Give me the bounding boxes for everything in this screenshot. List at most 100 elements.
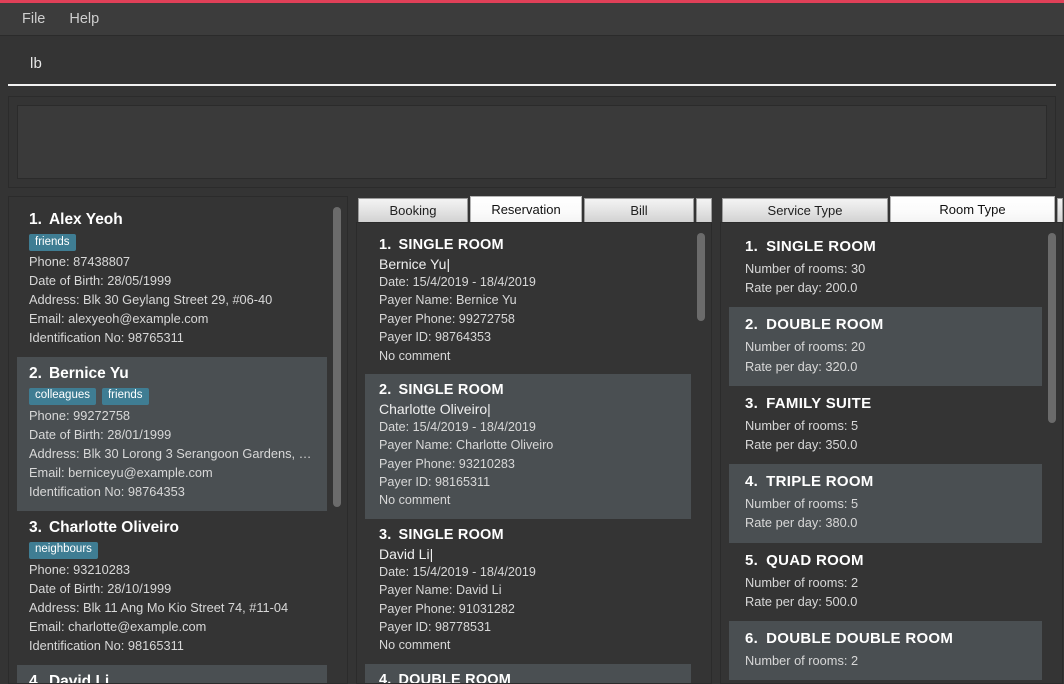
reservation-index: 3. <box>379 526 392 543</box>
person-dob: Date of Birth: 28/05/1999 <box>29 273 172 289</box>
tab-room-type[interactable]: Room Type <box>890 196 1055 222</box>
person-address: Address: Blk 30 Geylang Street 29, #06-4… <box>29 292 273 308</box>
person-tags: friends <box>29 234 317 252</box>
list-item[interactable]: 3. SINGLE ROOM David Li| Date: 15/4/2019 … <box>365 519 691 664</box>
room-type-rate: Rate per day: 380.0 <box>745 515 858 531</box>
room-type-name: TRIPLE ROOM <box>766 473 874 491</box>
room-type-name: SINGLE ROOM <box>766 238 877 255</box>
room-type-name: FAMILY SUITE <box>766 394 872 412</box>
room-type-name-row: 3. FAMILY SUITE <box>745 395 1032 412</box>
reservation-comment: No comment <box>379 348 451 363</box>
reservation-panel: 1. SINGLE ROOM Bernice Yu| Date: 15/4/201… <box>356 222 712 684</box>
room-type-index: 2. <box>745 316 759 334</box>
person-email: Email: berniceyu@example.com <box>29 464 213 480</box>
person-phone: Phone: 99272758 <box>29 408 131 424</box>
room-type-count: Number of rooms: 2 <box>745 652 859 668</box>
list-item[interactable]: 5. QUAD ROOM Number of rooms: 2 Rate per … <box>729 543 1042 621</box>
room-type-name-row: 6. DOUBLE DOUBLE ROOM <box>745 630 1032 647</box>
person-email: Email: charlotte@example.com <box>29 618 207 634</box>
room-type-name-row: 2. DOUBLE ROOM <box>745 316 1032 333</box>
tag-chip: neighbours <box>29 541 98 560</box>
tab-booking[interactable]: Booking <box>358 198 468 222</box>
application-window: File Help lb 1. Alex Yeoh friends Phone:… <box>0 0 1064 684</box>
person-tags: colleagues friends <box>29 387 317 406</box>
reservation-room-row: 4. DOUBLE ROOM <box>379 672 681 683</box>
list-item[interactable]: 4. DOUBLE ROOM <box>365 663 691 683</box>
reservation-payer-name: Payer Name: Bernice Yu <box>379 293 517 308</box>
person-name: Bernice Yu <box>48 364 129 382</box>
room-type-count: Number of rooms: 20 <box>745 339 866 355</box>
reservation-guest: Charlotte Oliveiro| <box>379 400 491 417</box>
list-item[interactable]: 1. SINGLE ROOM Bernice Yu| Date: 15/4/201… <box>365 229 691 374</box>
room-type-rate: Rate per day: 350.0 <box>745 436 858 452</box>
reservation-column: Booking Reservation Bill 1. SINGLE ROOM B… <box>356 196 712 684</box>
result-display <box>17 105 1047 179</box>
reservation-room: DOUBLE ROOM <box>398 671 512 683</box>
list-item[interactable]: 2. DOUBLE ROOM Number of rooms: 20 Rate p… <box>729 307 1042 386</box>
list-item[interactable]: 2. Bernice Yu colleagues friends Phone: 9… <box>17 356 327 511</box>
list-item[interactable]: 3. Charlotte Oliveiro neighbours Phone: 9… <box>17 511 327 665</box>
tab-bill[interactable]: Bill <box>584 198 694 222</box>
room-type-column: Service Type Room Type 1. SINGLE ROOM Num… <box>720 196 1063 684</box>
room-type-index: 1. <box>745 238 759 255</box>
person-index: 4. <box>29 672 42 683</box>
person-phone: Phone: 87438807 <box>29 254 131 270</box>
room-type-count: Number of rooms: 2 <box>745 574 859 590</box>
person-name: Charlotte Oliveiro <box>48 518 179 536</box>
list-item[interactable]: 1. SINGLE ROOM Number of rooms: 30 Rate p… <box>729 229 1042 307</box>
tabbar-filler <box>696 198 712 222</box>
tag-chip: friends <box>101 387 149 406</box>
menu-item-file[interactable]: File <box>10 7 57 32</box>
person-address: Address: Blk 30 Lorong 3 Serangoon Garde… <box>29 446 317 461</box>
scrollbar-thumb[interactable] <box>697 233 705 321</box>
menu-bar: File Help <box>0 3 1064 36</box>
scrollbar-thumb[interactable] <box>1048 233 1056 423</box>
reservation-index: 4. <box>379 671 392 683</box>
room-type-count: Number of rooms: 5 <box>745 496 859 512</box>
room-type-rate: Rate per day: 200.0 <box>745 280 858 296</box>
room-type-count: Number of rooms: 5 <box>745 417 859 433</box>
list-item[interactable]: 2. SINGLE ROOM Charlotte Oliveiro| Date: … <box>365 373 691 519</box>
room-type-name-row: 1. SINGLE ROOM <box>745 238 1032 255</box>
reservation-comment: No comment <box>379 493 451 508</box>
list-item[interactable]: 6. DOUBLE DOUBLE ROOM Number of rooms: 2 <box>729 620 1042 681</box>
command-region: lb <box>0 36 1064 86</box>
menu-item-help[interactable]: Help <box>57 7 111 32</box>
result-region <box>0 86 1064 196</box>
tab-reservation[interactable]: Reservation <box>470 196 582 222</box>
person-name-row: 3. Charlotte Oliveiro <box>29 519 317 537</box>
room-type-name: DOUBLE ROOM <box>766 316 884 334</box>
person-index: 1. <box>29 211 42 228</box>
person-name: David Li <box>48 672 110 683</box>
reservation-index: 1. <box>379 237 392 253</box>
room-type-name: DOUBLE DOUBLE ROOM <box>766 629 954 647</box>
list-item[interactable]: 3. FAMILY SUITE Number of rooms: 5 Rate p… <box>729 386 1042 464</box>
list-item[interactable]: 4. TRIPLE ROOM Number of rooms: 5 Rate pe… <box>729 464 1042 543</box>
reservation-payer-phone: Payer Phone: 91031282 <box>379 601 515 616</box>
room-type-name-row: 5. QUAD ROOM <box>745 552 1032 569</box>
room-type-index: 4. <box>745 473 759 491</box>
room-type-list-scrollbar[interactable] <box>1047 229 1057 677</box>
reservation-payer-name: Payer Name: Charlotte Oliveiro <box>379 438 554 453</box>
result-display-outer <box>8 96 1056 188</box>
person-identification: Identification No: 98765311 <box>29 329 184 345</box>
room-type-name: QUAD ROOM <box>766 551 864 569</box>
tag-chip: colleagues <box>29 387 96 406</box>
person-list-scrollbar[interactable] <box>332 203 342 677</box>
list-item[interactable]: 4.David Li family Phone: 91031282 <box>17 664 327 683</box>
reservation-date: Date: 15/4/2019 - 18/4/2019 <box>379 275 536 289</box>
reservation-tabbar: Booking Reservation Bill <box>356 196 712 222</box>
tab-service-type[interactable]: Service Type <box>722 198 888 222</box>
reservation-list-scrollbar[interactable] <box>696 229 706 677</box>
reservation-list: 1. SINGLE ROOM Bernice Yu| Date: 15/4/201… <box>365 229 691 683</box>
list-item[interactable]: 1. Alex Yeoh friends Phone: 87438807 Date… <box>17 203 327 357</box>
reservation-guest: Bernice Yu| <box>379 256 451 272</box>
person-list-column: 1. Alex Yeoh friends Phone: 87438807 Date… <box>8 196 348 684</box>
person-name-row: 1. Alex Yeoh <box>29 211 317 229</box>
reservation-room: SINGLE ROOM <box>398 381 504 398</box>
command-input[interactable]: lb <box>8 42 1056 86</box>
scrollbar-thumb[interactable] <box>333 207 341 507</box>
tabbar-filler <box>1057 198 1063 222</box>
person-dob: Date of Birth: 28/01/1999 <box>29 427 172 443</box>
reservation-comment: No comment <box>379 638 451 653</box>
